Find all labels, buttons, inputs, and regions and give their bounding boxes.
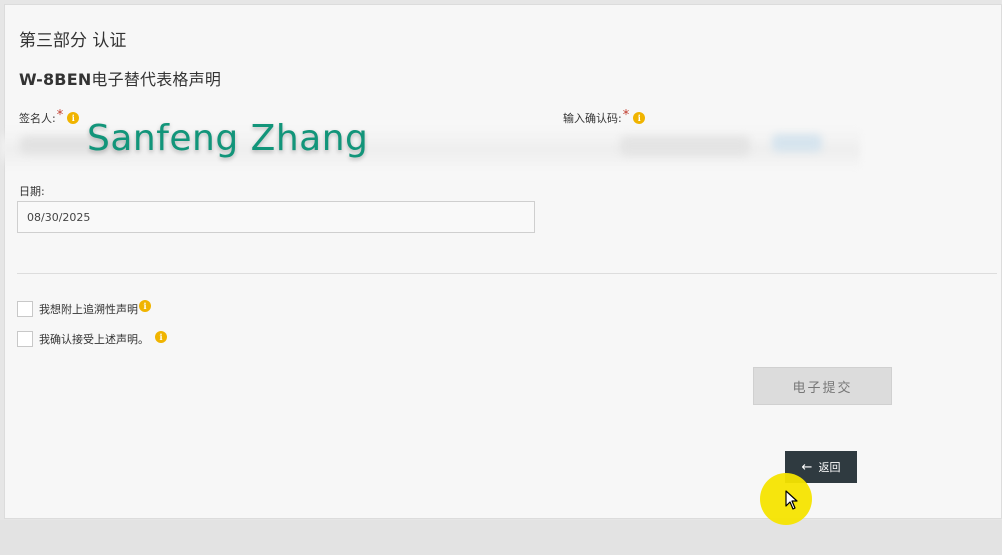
back-button-label: 返回 (818, 461, 841, 474)
date-input[interactable] (17, 201, 535, 233)
confirm-code-label-row: 输入确认码: * i (563, 107, 646, 126)
signer-signature[interactable]: Sanfeng Zhang (87, 118, 368, 159)
info-icon[interactable]: i (139, 300, 151, 312)
date-label: 日期: (19, 185, 45, 198)
info-icon[interactable]: i (633, 112, 646, 124)
retroactive-statement-row[interactable]: 我想附上追溯性声明 i (17, 300, 151, 317)
date-label-row: 日期: (19, 183, 45, 199)
confirm-code-required-mark: * (622, 107, 630, 123)
signer-required-mark: * (56, 107, 64, 123)
arrow-left-icon: ← (801, 459, 813, 475)
footer-strip (0, 520, 1002, 555)
form-title: W-8BEN电子替代表格声明 (19, 66, 221, 90)
info-icon[interactable]: i (67, 112, 80, 124)
info-icon[interactable]: i (155, 331, 167, 343)
signer-label: 签名人: (19, 112, 56, 125)
retroactive-statement-checkbox[interactable] (17, 301, 33, 317)
electronic-submit-button[interactable]: 电子提交 (753, 367, 892, 405)
confirm-code-label: 输入确认码: (563, 112, 622, 125)
divider (17, 273, 997, 274)
accept-statement-checkbox[interactable] (17, 331, 33, 347)
form-title-rest: 电子替代表格声明 (91, 70, 222, 89)
accept-statement-row[interactable]: 我确认接受上述声明。 i (17, 331, 167, 347)
mouse-pointer-icon (785, 490, 798, 510)
confirm-code-input[interactable] (620, 136, 750, 156)
retroactive-statement-label: 我想附上追溯性声明 (39, 303, 138, 316)
accept-statement-label: 我确认接受上述声明。 (39, 333, 149, 346)
form-title-prefix: W-8BEN (19, 70, 92, 89)
section-title: 第三部分 认证 (19, 31, 127, 51)
confirm-code-captcha (772, 134, 822, 152)
signer-label-row: 签名人: * i (19, 107, 80, 126)
